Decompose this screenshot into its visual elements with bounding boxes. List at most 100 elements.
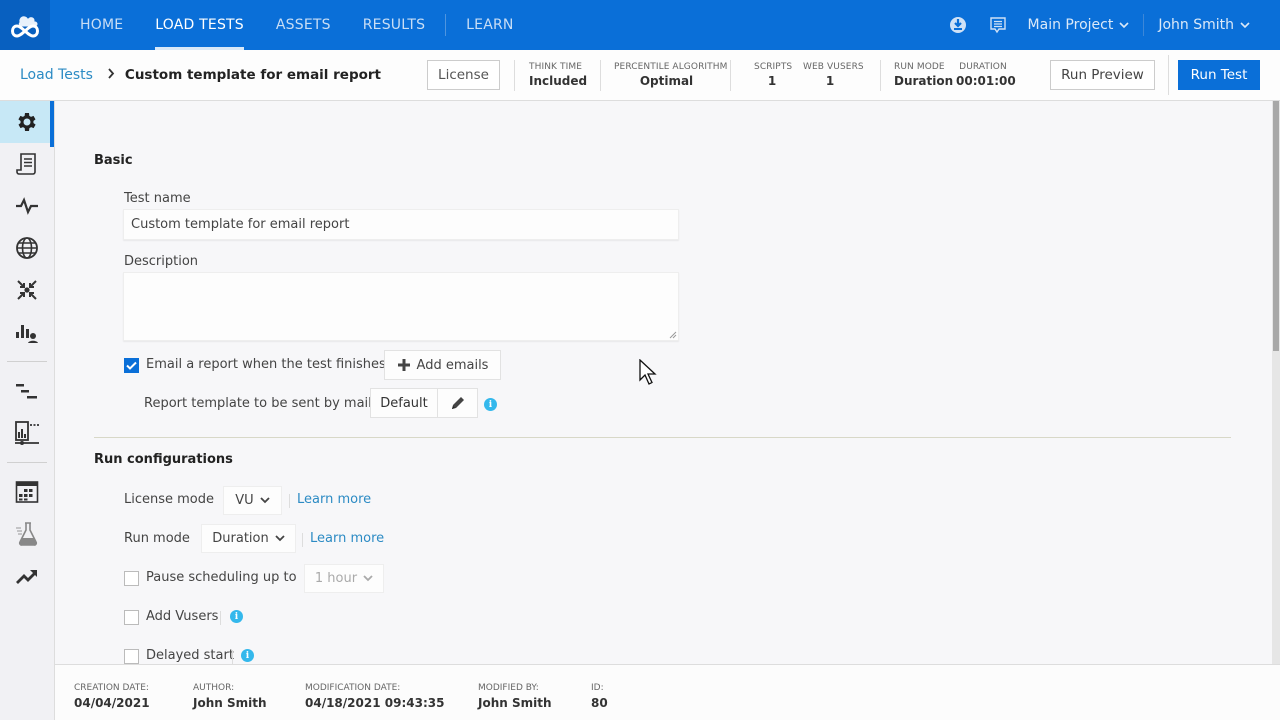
nav-assets[interactable]: ASSETS xyxy=(260,0,347,50)
dashboard-settings-icon xyxy=(15,421,39,445)
chart-user-icon xyxy=(16,325,38,343)
stat-think-time: THINK TIME Included xyxy=(529,62,587,88)
description-textarea[interactable] xyxy=(123,272,679,341)
test-header: Load Tests Custom template for email rep… xyxy=(0,50,1280,101)
delayed-start-label: Delayed start xyxy=(146,648,234,663)
sidebar-item-calendar[interactable] xyxy=(0,471,54,513)
plus-icon xyxy=(397,359,410,371)
sidebar-item-trends[interactable] xyxy=(0,555,54,597)
divider xyxy=(514,60,515,91)
sidebar-item-schedule[interactable] xyxy=(0,370,54,412)
license-button[interactable]: License xyxy=(427,60,500,90)
meta-value: 04/18/2021 09:43:35 xyxy=(305,696,445,710)
gantt-icon xyxy=(16,384,37,399)
stat-value: 1 xyxy=(825,74,835,88)
add-vusers-label: Add Vusers xyxy=(146,609,219,624)
stat-value: 00:01:00 xyxy=(956,74,1016,88)
scrollbar-thumb[interactable] xyxy=(1273,101,1279,351)
description-label: Description xyxy=(124,254,199,269)
run-mode-learn-more-link[interactable]: Learn more xyxy=(310,531,384,546)
test-name-input[interactable]: Custom template for email report xyxy=(123,209,679,240)
sidebar-item-monitors[interactable] xyxy=(0,185,54,227)
nav-divider xyxy=(1143,14,1145,36)
license-mode-select[interactable]: VU xyxy=(223,486,282,515)
sidebar-item-streaming[interactable] xyxy=(0,412,54,454)
nav-divider xyxy=(445,14,447,36)
app-logo[interactable] xyxy=(0,0,50,50)
info-icon[interactable]: i xyxy=(230,610,243,623)
resize-grip-icon[interactable] xyxy=(669,331,677,339)
meta-modification-date: MODIFICATION DATE: 04/18/2021 09:43:35 xyxy=(305,683,444,710)
edit-template-button[interactable] xyxy=(438,389,477,417)
chevron-down-icon xyxy=(363,575,373,582)
run-test-button[interactable]: Run Test xyxy=(1178,60,1260,90)
nav-home[interactable]: HOME xyxy=(64,0,139,50)
project-dropdown[interactable]: Main Project xyxy=(1018,17,1140,33)
page-title: Custom template for email report xyxy=(124,67,381,83)
sidebar-item-sla[interactable] xyxy=(0,269,54,311)
add-vusers-checkbox[interactable] xyxy=(124,610,139,625)
stat-label: PERCENTILE ALGORITHM xyxy=(614,62,728,72)
run-mode-select[interactable]: Duration xyxy=(201,524,296,553)
trend-icon xyxy=(16,570,37,584)
license-mode-value: VU xyxy=(235,493,254,508)
stat-label: RUN MODE xyxy=(894,62,945,72)
sidebar-item-load-generators[interactable] xyxy=(0,227,54,269)
meta-label: MODIFIED BY: xyxy=(478,683,539,693)
stat-label: SCRIPTS xyxy=(754,62,793,72)
stat-label: THINK TIME xyxy=(529,62,583,72)
stat-value: 1 xyxy=(767,74,777,88)
divider xyxy=(600,60,601,91)
main-scrollbar[interactable] xyxy=(1272,101,1280,664)
email-report-label: Email a report when the test finishes xyxy=(146,357,386,372)
stat-percentile-algorithm: PERCENTILE ALGORITHM Optimal xyxy=(614,62,728,88)
pause-duration-select[interactable]: 1 hour xyxy=(304,564,384,593)
sidebar-item-general[interactable] xyxy=(0,101,54,147)
meta-value: 04/04/2021 xyxy=(74,696,150,710)
nav-results[interactable]: RESULTS xyxy=(347,0,441,50)
section-title-run-configurations: Run configurations xyxy=(94,452,233,467)
stat-value: Included xyxy=(529,74,588,88)
breadcrumb-load-tests-link[interactable]: Load Tests xyxy=(20,67,93,83)
divider xyxy=(730,60,731,91)
divider xyxy=(1168,55,1169,95)
chevron-down-icon xyxy=(275,535,285,542)
license-mode-learn-more-link[interactable]: Learn more xyxy=(297,492,371,507)
divider xyxy=(880,60,881,91)
pause-scheduling-label: Pause scheduling up to xyxy=(146,570,297,585)
cloud-infinity-logo-icon xyxy=(11,15,39,38)
stat-duration: DURATION 00:01:00 xyxy=(956,62,1016,88)
test-name-label: Test name xyxy=(124,191,191,206)
info-icon[interactable]: i xyxy=(241,649,254,662)
meta-value: John Smith xyxy=(193,696,267,710)
email-report-checkbox[interactable] xyxy=(124,358,139,373)
divider xyxy=(232,650,233,664)
nav-load-tests[interactable]: LOAD TESTS xyxy=(139,0,260,50)
report-template-value[interactable]: Default xyxy=(371,389,438,417)
stat-value: Duration xyxy=(894,74,954,88)
calendar-icon xyxy=(15,481,39,503)
divider xyxy=(220,611,221,625)
info-icon[interactable]: i xyxy=(484,398,497,411)
sidebar-item-rendezvous[interactable] xyxy=(0,311,54,353)
run-preview-button[interactable]: Run Preview xyxy=(1050,60,1155,90)
run-mode-value: Duration xyxy=(212,531,269,546)
meta-modified-by: MODIFIED BY: John Smith xyxy=(478,683,552,710)
nav-learn[interactable]: LEARN xyxy=(450,0,529,50)
sidebar-divider xyxy=(7,462,47,463)
delayed-start-checkbox[interactable] xyxy=(124,649,139,664)
user-dropdown[interactable]: John Smith xyxy=(1148,17,1260,33)
section-title-basic: Basic xyxy=(94,153,133,168)
add-emails-button[interactable]: Add emails xyxy=(384,350,501,380)
download-icon[interactable] xyxy=(948,15,968,35)
meta-id: ID: 80 xyxy=(591,683,608,710)
sidebar-item-lab[interactable] xyxy=(0,513,54,555)
run-mode-label: Run mode xyxy=(124,531,190,546)
meta-author: AUTHOR: John Smith xyxy=(193,683,267,710)
pause-scheduling-checkbox[interactable] xyxy=(124,571,139,586)
messages-icon[interactable] xyxy=(988,15,1008,35)
main-content: Basic Test name Custom template for emai… xyxy=(55,101,1272,664)
sidebar-item-scripts[interactable] xyxy=(0,143,54,185)
breadcrumb-chevron-icon xyxy=(107,68,115,82)
top-nav: HOME LOAD TESTS ASSETS RESULTS LEARN Mai… xyxy=(0,0,1280,50)
